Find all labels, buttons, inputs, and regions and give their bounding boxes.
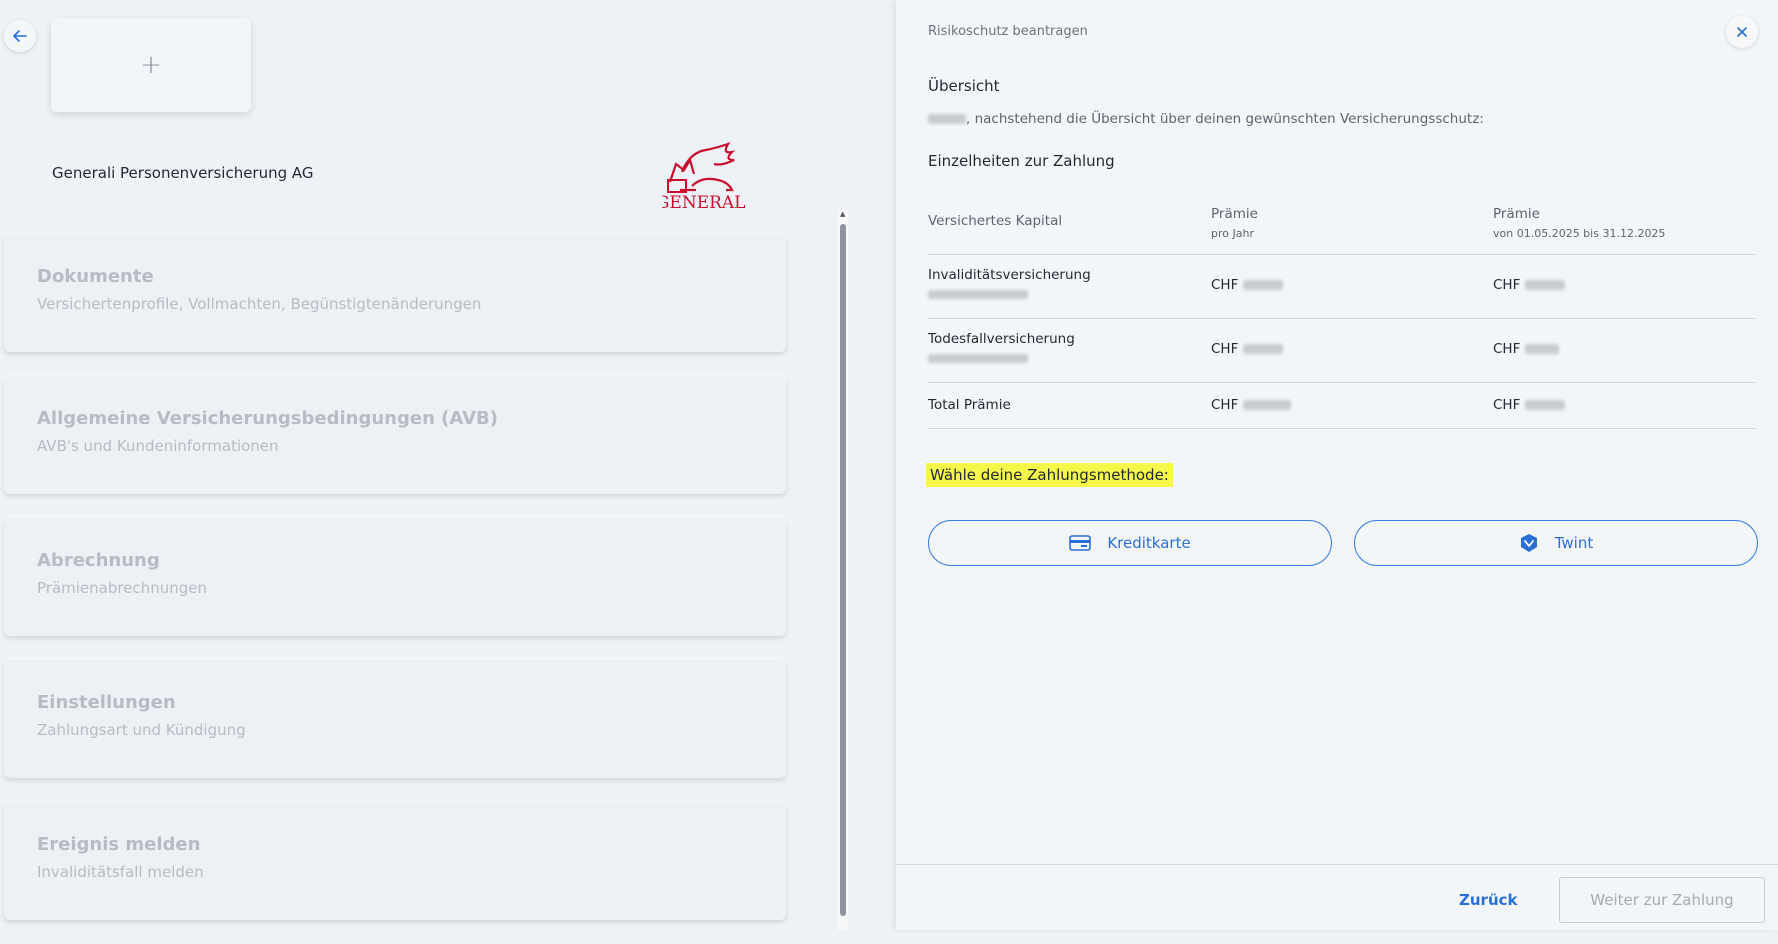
- row-name: Total Prämie: [928, 397, 1011, 413]
- row-period: CHF: [1493, 277, 1565, 293]
- menu-list: Dokumente Versichertenprofile, Vollmacht…: [4, 234, 786, 944]
- menu-card-subtitle: Invaliditätsfall melden: [37, 863, 204, 881]
- redacted-amount: [1524, 280, 1565, 290]
- menu-card-title: Dokumente: [37, 266, 154, 287]
- menu-card-abrechnung[interactable]: Abrechnung Prämienabrechnungen: [4, 518, 786, 636]
- right-panel: Risikoschutz beantragen Übersicht , nach…: [896, 0, 1778, 930]
- row-name: Invaliditätsversicherung: [928, 267, 1091, 299]
- scrollbar[interactable]: ▲: [838, 210, 848, 930]
- close-icon: [1736, 23, 1748, 42]
- menu-card-subtitle: Zahlungsart und Kündigung: [37, 721, 246, 739]
- menu-card-einstellungen[interactable]: Einstellungen Zahlungsart und Kündigung: [4, 660, 786, 778]
- credit-card-icon: [1069, 535, 1092, 551]
- redacted-name: [928, 114, 966, 124]
- close-button[interactable]: [1726, 16, 1758, 48]
- arrow-left-icon: [13, 27, 27, 46]
- table-bottom-divider: [928, 428, 1756, 429]
- scrollbar-thumb[interactable]: [840, 224, 846, 916]
- redacted-amount: [1242, 344, 1283, 354]
- table-row: Todesfallversicherung CHF CHF: [928, 318, 1756, 382]
- overview-heading: Übersicht: [928, 77, 1000, 95]
- generali-logo: GENERALI: [656, 142, 752, 213]
- panel-footer: Zurück Weiter zur Zahlung: [896, 864, 1778, 931]
- menu-card-avb[interactable]: Allgemeine Versicherungsbedingungen (AVB…: [4, 376, 786, 494]
- pay-creditcard-button[interactable]: Kreditkarte: [928, 520, 1332, 566]
- company-name: Generali Personenversicherung AG: [52, 164, 314, 182]
- menu-card-dokumente[interactable]: Dokumente Versichertenprofile, Vollmacht…: [4, 234, 786, 352]
- redacted-amount: [1242, 400, 1291, 410]
- table-header-capital: Versichertes Kapital: [928, 213, 1063, 229]
- pay-twint-button[interactable]: Twint: [1354, 520, 1758, 566]
- menu-card-subtitle: Prämienabrechnungen: [37, 579, 207, 597]
- row-period: CHF: [1493, 341, 1559, 357]
- overview-text: , nachstehend die Übersicht über deinen …: [928, 111, 1484, 127]
- redacted-capital: [928, 353, 1028, 363]
- next-to-payment-button[interactable]: Weiter zur Zahlung: [1559, 877, 1765, 923]
- row-annual: CHF: [1211, 397, 1291, 413]
- table-header-period: Prämie von 01.05.2025 bis 31.12.2025: [1493, 206, 1666, 240]
- redacted-amount: [1524, 400, 1565, 410]
- pay-creditcard-label: Kreditkarte: [1107, 534, 1191, 552]
- menu-card-ereignis[interactable]: Ereignis melden Invaliditätsfall melden: [4, 802, 786, 920]
- row-annual: CHF: [1211, 341, 1283, 357]
- panel-title: Risikoschutz beantragen: [928, 24, 1088, 39]
- menu-card-title: Einstellungen: [37, 692, 176, 713]
- menu-card-subtitle: AVB's und Kundeninformationen: [37, 437, 279, 455]
- menu-card-title: Ereignis melden: [37, 834, 201, 855]
- back-button[interactable]: Zurück: [1459, 891, 1518, 909]
- choose-payment-label: Wähle deine Zahlungsmethode:: [926, 463, 1173, 487]
- table-header-sub: pro Jahr: [1211, 227, 1254, 240]
- back-arrow-button[interactable]: [4, 20, 36, 52]
- table-row: Invaliditätsversicherung CHF CHF: [928, 254, 1756, 318]
- menu-card-title: Abrechnung: [37, 550, 160, 571]
- table-header-sub: von 01.05.2025 bis 31.12.2025: [1493, 227, 1666, 240]
- row-name: Todesfallversicherung: [928, 331, 1075, 363]
- redacted-amount: [1242, 280, 1283, 290]
- menu-card-title: Allgemeine Versicherungsbedingungen (AVB…: [37, 408, 498, 429]
- scroll-up-arrow-icon[interactable]: ▲: [840, 210, 845, 218]
- logo-text: GENERALI: [662, 193, 746, 210]
- row-annual: CHF: [1211, 277, 1283, 293]
- twint-icon: [1519, 533, 1539, 553]
- table-header-annual: Prämie pro Jahr: [1211, 206, 1258, 240]
- add-contract-card[interactable]: +: [51, 18, 251, 112]
- overview-text-body: , nachstehend die Übersicht über deinen …: [966, 111, 1484, 127]
- row-period: CHF: [1493, 397, 1565, 413]
- plus-icon: +: [140, 50, 162, 80]
- pay-twint-label: Twint: [1554, 534, 1594, 552]
- left-panel: + Generali Personenversicherung AG GENER…: [0, 0, 897, 930]
- redacted-capital: [928, 289, 1028, 299]
- table-row-total: Total Prämie CHF CHF: [928, 382, 1756, 430]
- menu-card-subtitle: Versichertenprofile, Vollmachten, Begüns…: [37, 295, 482, 313]
- redacted-amount: [1524, 344, 1559, 354]
- payment-details-heading: Einzelheiten zur Zahlung: [928, 152, 1115, 170]
